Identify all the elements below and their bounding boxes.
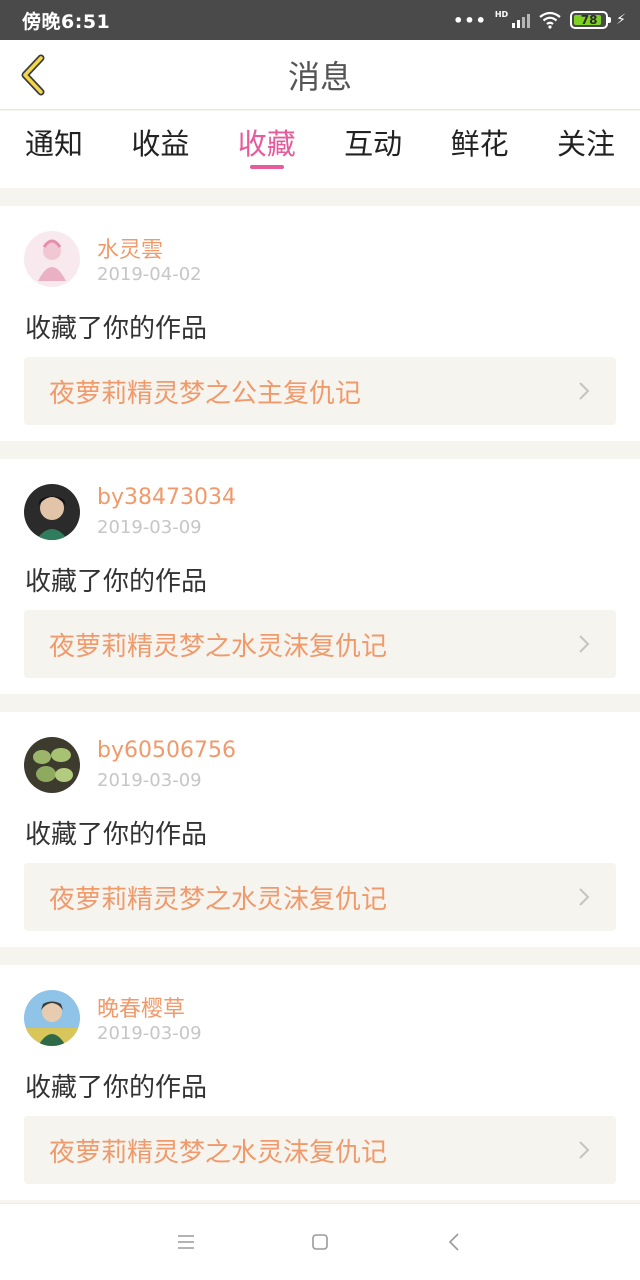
work-title: 夜萝莉精灵梦之水灵沫复仇记 [49, 1137, 388, 1168]
app-header: 消息 [0, 40, 640, 110]
system-nav-bar [0, 1203, 640, 1280]
hd-label: HD [494, 9, 509, 19]
user-name[interactable]: by60506756 [97, 738, 236, 763]
menu-button[interactable] [174, 1230, 198, 1254]
back-arrow-icon [448, 1233, 459, 1251]
tab-bar: 通知 收益 收藏 互动 鲜花 关注 [0, 111, 640, 188]
work-title: 夜萝莉精灵梦之公主复仇记 [49, 378, 362, 409]
tab-earnings[interactable]: 收益 [131, 111, 189, 188]
list-item: by38473034 2019-03-09 收藏了你的作品 夜萝莉精灵梦之水灵沫… [0, 459, 640, 694]
work-link[interactable]: 夜萝莉精灵梦之水灵沫复仇记 [24, 1116, 616, 1184]
chevron-right-icon [579, 888, 590, 906]
list-item: 晚春樱草 2019-03-09 收藏了你的作品 夜萝莉精灵梦之水灵沫复仇记 [0, 965, 640, 1200]
wifi-icon [539, 11, 561, 29]
work-title: 夜萝莉精灵梦之水灵沫复仇记 [49, 884, 388, 915]
tab-follows[interactable]: 关注 [557, 111, 615, 188]
avatar[interactable] [24, 484, 80, 540]
work-link[interactable]: 夜萝莉精灵梦之水灵沫复仇记 [24, 863, 616, 931]
status-icons: ••• HD 78 ⚡ [453, 9, 626, 30]
home-button[interactable] [308, 1230, 332, 1254]
list-item: by60506756 2019-03-09 收藏了你的作品 夜萝莉精灵梦之水灵沫… [0, 712, 640, 947]
page-title: 消息 [287, 57, 352, 96]
tab-notifications[interactable]: 通知 [25, 111, 83, 188]
user-name[interactable]: 水灵雲 [97, 232, 163, 264]
message-text: 收藏了你的作品 [25, 314, 208, 344]
chevron-right-icon [579, 1141, 590, 1159]
message-date: 2019-04-02 [97, 264, 202, 285]
back-button[interactable] [14, 53, 54, 97]
back-nav-button[interactable] [442, 1230, 466, 1254]
status-bar: 傍晚6:51 ••• HD 78 ⚡ [0, 0, 640, 40]
list-item: 水灵雲 2019-04-02 收藏了你的作品 夜萝莉精灵梦之公主复仇记 [0, 206, 640, 441]
status-time: 傍晚6:51 [22, 10, 111, 33]
message-text: 收藏了你的作品 [25, 820, 208, 850]
work-title: 夜萝莉精灵梦之水灵沫复仇记 [49, 631, 388, 662]
signal-icon [512, 12, 531, 28]
message-text: 收藏了你的作品 [25, 567, 208, 597]
tab-interactions[interactable]: 互动 [344, 111, 402, 188]
chevron-left-icon [21, 54, 45, 96]
avatar[interactable] [24, 990, 80, 1046]
message-date: 2019-03-09 [97, 770, 202, 791]
work-link[interactable]: 夜萝莉精灵梦之公主复仇记 [24, 357, 616, 425]
tab-favorites[interactable]: 收藏 [238, 111, 296, 188]
message-text: 收藏了你的作品 [25, 1073, 208, 1103]
home-square-icon [312, 1234, 328, 1250]
charging-icon: ⚡ [616, 12, 626, 28]
tab-flowers[interactable]: 鲜花 [451, 111, 509, 188]
user-name[interactable]: by38473034 [97, 485, 236, 510]
chevron-right-icon [579, 382, 590, 400]
avatar[interactable] [24, 231, 80, 287]
avatar[interactable] [24, 737, 80, 793]
menu-icon [178, 1235, 194, 1249]
work-link[interactable]: 夜萝莉精灵梦之水灵沫复仇记 [24, 610, 616, 678]
battery-level: 78 [580, 13, 598, 27]
message-list: 水灵雲 2019-04-02 收藏了你的作品 夜萝莉精灵梦之公主复仇记 by38… [0, 206, 640, 1218]
battery-icon: 78 [570, 11, 612, 29]
message-date: 2019-03-09 [97, 1023, 202, 1044]
message-date: 2019-03-09 [97, 517, 202, 538]
chevron-right-icon [579, 635, 590, 653]
user-name[interactable]: 晚春樱草 [97, 991, 185, 1023]
more-dots-icon: ••• [453, 10, 487, 30]
